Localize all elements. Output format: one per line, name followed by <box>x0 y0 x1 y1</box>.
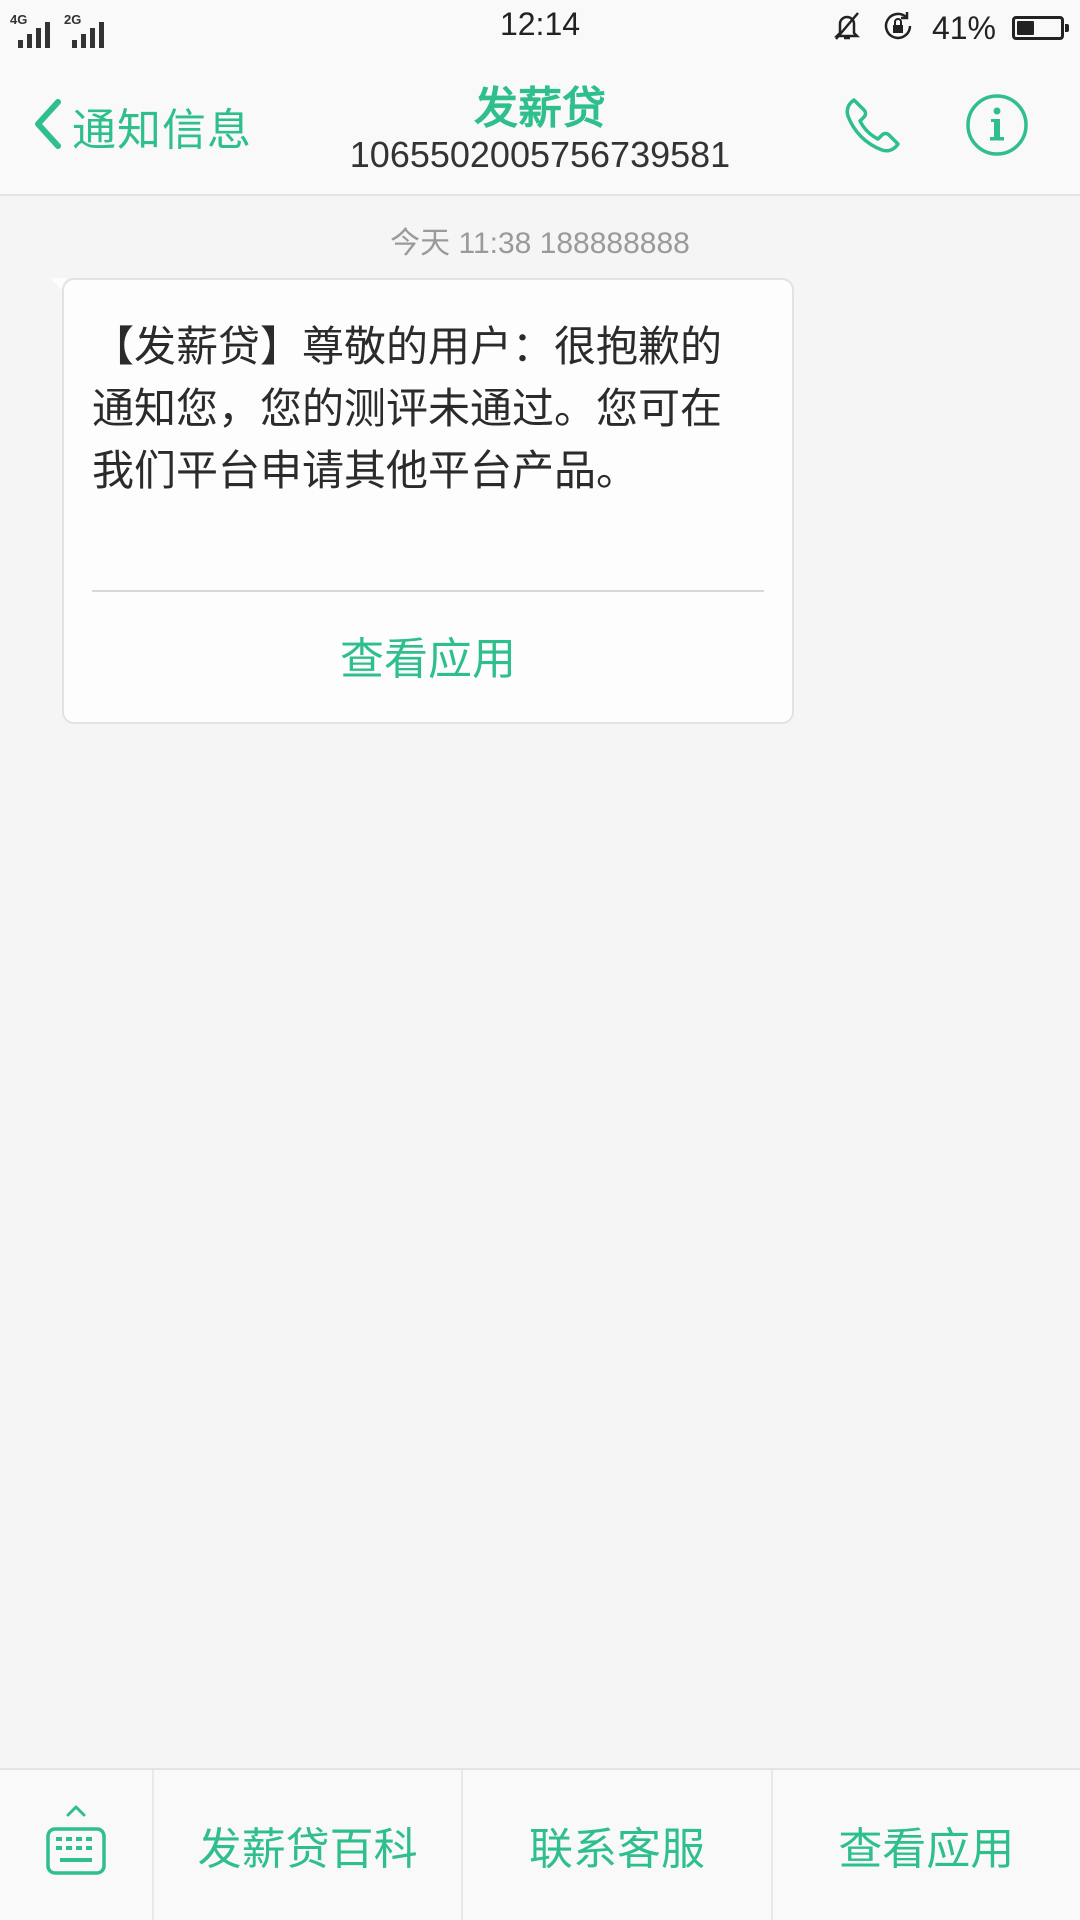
keyboard-toggle-button[interactable] <box>0 1770 154 1920</box>
page-title: 发薪贷 <box>474 83 606 134</box>
menu-item-view-app[interactable]: 查看应用 <box>773 1770 1080 1920</box>
sender-number: 1065502005756739581 <box>349 134 731 175</box>
menu-item-faxindai-wiki[interactable]: 发薪贷百科 <box>154 1770 464 1920</box>
status-icons: 41% <box>830 8 1069 48</box>
menu-item-contact-support[interactable]: 联系客服 <box>463 1770 773 1920</box>
info-icon <box>964 94 1030 162</box>
view-app-link[interactable]: 查看应用 <box>64 620 792 700</box>
phone-icon <box>840 98 904 162</box>
message-divider <box>92 590 764 592</box>
call-button[interactable] <box>840 94 904 158</box>
battery-percent: 41% <box>931 9 996 46</box>
conversation-header: 通知信息 发薪贷 1065502005756739581 <box>0 56 1080 196</box>
message-bubble[interactable]: 【发薪贷】尊敬的用户：很抱歉的通知您，您的测评未通过。您可在我们平台申请其他平台… <box>62 278 794 724</box>
message-timestamp: 今天 11:38 188888888 <box>390 227 690 260</box>
battery-icon <box>1012 16 1069 40</box>
mute-icon <box>830 9 864 47</box>
bottom-menu-bar: 发薪贷百科 联系客服 查看应用 <box>0 1768 1080 1920</box>
info-button[interactable] <box>964 92 1030 158</box>
status-bar: 4G 2G 12:14 41% <box>0 0 1080 56</box>
keyboard-icon <box>44 1803 108 1887</box>
rotation-lock-icon <box>880 8 916 48</box>
message-text: 【发薪贷】尊敬的用户：很抱歉的通知您，您的测评未通过。您可在我们平台申请其他平台… <box>92 322 723 495</box>
